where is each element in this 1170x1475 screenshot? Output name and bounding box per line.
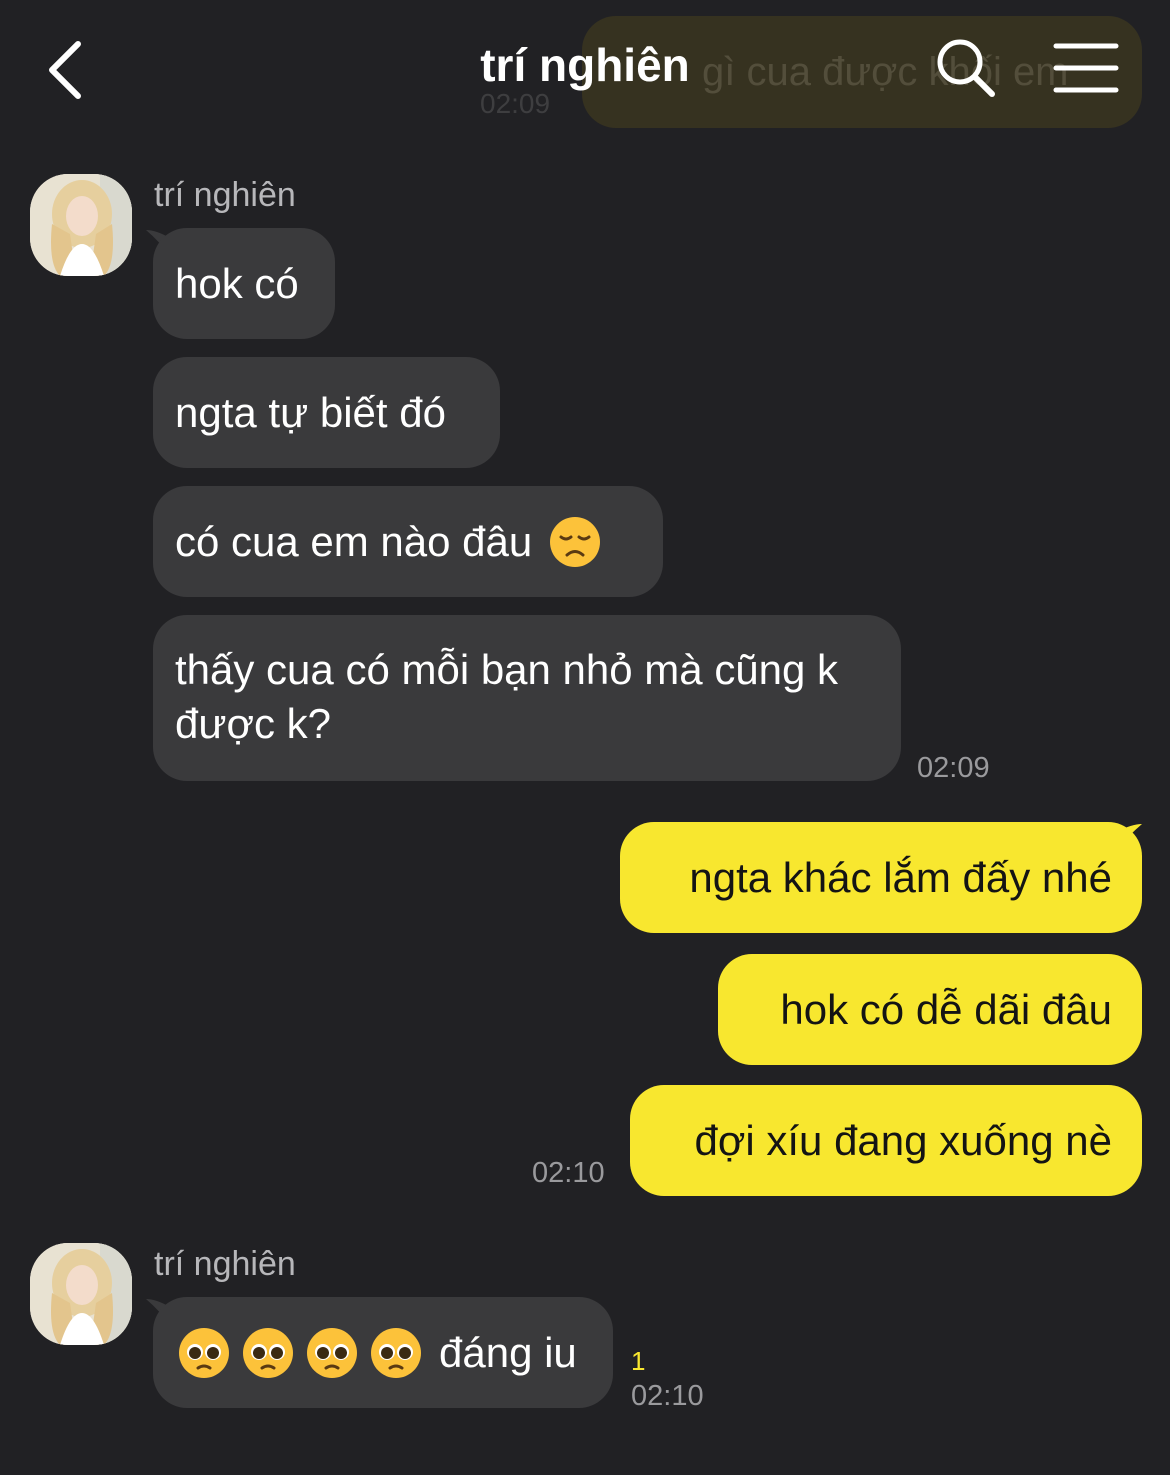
- message-text: hok có: [175, 259, 299, 307]
- message-text: có cua em nào đâu: [175, 517, 533, 565]
- message-time: 02:10: [532, 1157, 605, 1189]
- search-icon: [937, 39, 995, 97]
- profile-photo-icon: [30, 174, 132, 276]
- search-button[interactable]: [934, 36, 998, 100]
- pleading-face-emoji-icon: [371, 1327, 421, 1378]
- incoming-message-bubble[interactable]: thấy cua có mỗi bạn nhỏ mà cũng k được k…: [153, 615, 901, 781]
- message-text: đáng iu: [439, 1328, 577, 1376]
- message-text: thấy cua có mỗi bạn nhỏ mà cũng k được k…: [175, 646, 839, 747]
- chat-title: trí nghiên: [480, 39, 690, 91]
- message-text: hok có dễ dãi đâu: [780, 985, 1112, 1033]
- message-time: 02:10: [631, 1380, 704, 1412]
- profile-photo-icon: [30, 1243, 132, 1345]
- avatar[interactable]: [30, 1243, 132, 1345]
- ghost-message-time: 02:09: [480, 88, 551, 119]
- incoming-message-bubble[interactable]: hok có: [153, 228, 335, 339]
- outgoing-message-bubble[interactable]: hok có dễ dãi đâu: [718, 954, 1142, 1065]
- sender-name: trí nghiên: [154, 176, 296, 214]
- disappointed-face-emoji-icon: [550, 516, 601, 567]
- pleading-face-emoji-icon: [179, 1327, 229, 1378]
- pleading-face-emoji-icon: [307, 1327, 357, 1378]
- outgoing-message-bubble[interactable]: đợi xíu đang xuống nè: [630, 1085, 1142, 1196]
- incoming-message-bubble[interactable]: có cua em nào đâu: [153, 486, 663, 597]
- pleading-face-emoji-icon: [243, 1327, 293, 1378]
- hamburger-menu-icon: [1053, 43, 1119, 93]
- outgoing-message-bubble[interactable]: ngta khác lắm đấy nhé: [620, 822, 1142, 933]
- unread-count: 1: [631, 1346, 646, 1376]
- menu-button[interactable]: [1050, 38, 1122, 98]
- message-text: ngta tự biết đó: [175, 388, 446, 436]
- chevron-left-icon: [49, 41, 81, 99]
- sender-name: trí nghiên: [154, 1245, 296, 1283]
- incoming-message-bubble[interactable]: ngta tự biết đó: [153, 357, 500, 468]
- back-button[interactable]: [40, 36, 96, 106]
- message-time: 02:09: [917, 752, 990, 784]
- message-text: ngta khác lắm đấy nhé: [689, 853, 1112, 901]
- incoming-message-bubble[interactable]: đáng iu: [153, 1297, 613, 1408]
- message-text: đợi xíu đang xuống nè: [694, 1116, 1112, 1164]
- avatar[interactable]: [30, 174, 132, 276]
